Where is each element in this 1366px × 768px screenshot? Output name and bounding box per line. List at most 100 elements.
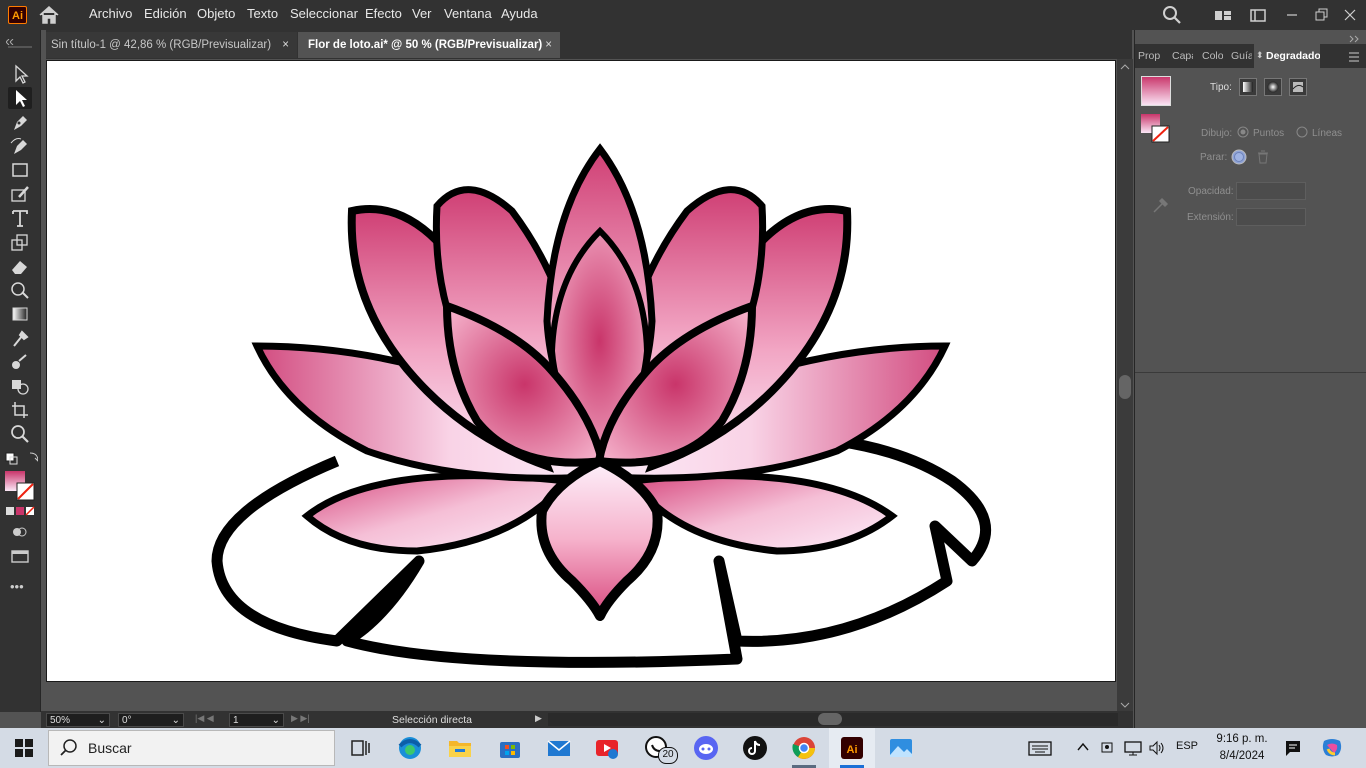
arrange-documents-icon[interactable]: [1214, 5, 1232, 25]
volume-icon[interactable]: [1148, 739, 1166, 757]
trash-icon[interactable]: [1257, 150, 1269, 164]
panel-collapse-icon[interactable]: [1348, 32, 1362, 43]
lines-radio[interactable]: [1296, 126, 1308, 138]
artboard[interactable]: [46, 60, 1116, 682]
menu-ver[interactable]: Ver: [412, 0, 432, 30]
meet-now-icon[interactable]: [1099, 739, 1115, 757]
mail-icon[interactable]: [545, 734, 573, 762]
task-view-icon[interactable]: [346, 734, 374, 762]
artboard-number-field[interactable]: 1 ⌄: [229, 713, 284, 727]
notifications-icon[interactable]: [1284, 738, 1302, 758]
vertical-scroll-thumb[interactable]: [1119, 375, 1131, 399]
file-explorer-icon[interactable]: [446, 734, 474, 762]
paintbrush-tool-icon[interactable]: [8, 183, 32, 205]
tab-expand-icon[interactable]: ⬍: [1256, 50, 1264, 62]
pen-tool-icon[interactable]: [8, 111, 32, 133]
minimize-icon[interactable]: [1282, 5, 1302, 25]
panel-menu-icon[interactable]: [1348, 51, 1360, 62]
tab-color[interactable]: Colo: [1196, 44, 1223, 68]
media-player-icon[interactable]: [594, 734, 622, 762]
menu-efecto[interactable]: Efecto: [365, 0, 402, 30]
tab-propiedades[interactable]: Prop: [1138, 44, 1164, 68]
fill-stroke-swatch[interactable]: [4, 470, 36, 502]
scale-tool-icon[interactable]: [8, 231, 32, 253]
direct-selection-tool-icon[interactable]: [8, 87, 32, 109]
next-last-artboard-icons[interactable]: ▶ ▶|: [291, 713, 321, 727]
illustrator-taskbar-icon[interactable]: Ai: [838, 734, 866, 762]
current-tool-label: Selección directa: [392, 714, 472, 726]
gradient-tool-icon[interactable]: [8, 303, 32, 325]
menu-edicion[interactable]: Edición: [144, 0, 187, 30]
stop-color-swatch[interactable]: [1231, 149, 1247, 165]
tab-guia[interactable]: Guía: [1225, 44, 1252, 68]
clock[interactable]: 9:16 p. m. 8/4/2024: [1206, 731, 1278, 765]
tab-close-icon[interactable]: ×: [282, 32, 289, 58]
eyedropper-tool-icon[interactable]: [8, 327, 32, 349]
eyedropper-icon[interactable]: [1150, 193, 1172, 215]
search-icon[interactable]: [1162, 5, 1182, 25]
curvature-tool-icon[interactable]: [8, 135, 32, 157]
linear-gradient-button[interactable]: [1239, 78, 1257, 96]
menu-texto[interactable]: Texto: [247, 0, 278, 30]
points-radio[interactable]: [1237, 126, 1249, 138]
zoom-field[interactable]: 50% ⌄: [46, 713, 110, 727]
menu-archivo[interactable]: Archivo: [89, 0, 132, 30]
menu-objeto[interactable]: Objeto: [197, 0, 235, 30]
screen-mode-icon[interactable]: [8, 545, 32, 567]
whatsapp-badge: 20: [658, 747, 678, 764]
lotus-illustration[interactable]: [47, 61, 1117, 683]
chevron-up-icon[interactable]: [1076, 740, 1090, 754]
shape-builder-tool-icon[interactable]: [8, 375, 32, 397]
discord-icon[interactable]: [692, 734, 720, 762]
close-icon[interactable]: [1340, 5, 1360, 25]
collapse-chevron-icon[interactable]: [5, 34, 14, 46]
language-indicator[interactable]: ESP: [1176, 740, 1198, 752]
status-menu-arrow-icon[interactable]: ▶: [535, 713, 543, 725]
photos-icon[interactable]: [887, 734, 915, 762]
artboard-number: 1: [233, 715, 239, 726]
gradient-preview-swatch[interactable]: [1141, 76, 1171, 106]
fill-stroke-mini-swatch[interactable]: [1140, 113, 1171, 144]
rectangle-tool-icon[interactable]: [8, 159, 32, 181]
keyboard-icon[interactable]: [1028, 739, 1052, 757]
tab-close-icon[interactable]: ×: [545, 32, 552, 58]
zoom-tool-icon[interactable]: [8, 423, 32, 445]
points-label: Puntos: [1253, 128, 1285, 139]
restore-icon[interactable]: [1311, 5, 1331, 25]
artboard-tool-icon[interactable]: [8, 399, 32, 421]
horizontal-scroll-thumb[interactable]: [818, 713, 842, 725]
color-mode-icons[interactable]: [5, 506, 35, 517]
radial-gradient-button[interactable]: [1264, 78, 1282, 96]
windows-start-icon[interactable]: [14, 738, 34, 758]
home-icon[interactable]: [38, 5, 60, 25]
more-tools-icon[interactable]: •••: [10, 580, 30, 594]
zoom-value: 50%: [50, 715, 71, 726]
menu-seleccionar[interactable]: Seleccionar: [290, 0, 358, 30]
workspace-icon[interactable]: [1250, 5, 1266, 25]
first-prev-artboard-icons[interactable]: |◀ ◀: [195, 713, 225, 727]
extension-field[interactable]: [1236, 208, 1306, 226]
tab-capas[interactable]: Capa: [1166, 44, 1193, 68]
scroll-up-icon[interactable]: [1120, 60, 1130, 70]
opacity-field[interactable]: [1236, 182, 1306, 200]
tab-flor-de-loto[interactable]: Flor de loto.ai* @ 50 % (RGB/Previsualiz…: [298, 32, 560, 58]
network-icon[interactable]: [1123, 739, 1143, 757]
warp-tool-icon[interactable]: [8, 279, 32, 301]
selection-tool-icon[interactable]: [8, 63, 32, 85]
tab-sin-titulo[interactable]: Sin título-1 @ 42,86 % (RGB/Previsualiza…: [46, 32, 297, 58]
microsoft-store-icon[interactable]: [496, 734, 524, 762]
menu-ayuda[interactable]: Ayuda: [501, 0, 538, 30]
scroll-down-icon[interactable]: [1120, 698, 1130, 708]
chrome-icon[interactable]: [790, 734, 818, 762]
eraser-tool-icon[interactable]: [8, 255, 32, 277]
draw-mode-icon[interactable]: [8, 521, 32, 543]
type-tool-icon[interactable]: [8, 207, 32, 229]
blend-tool-icon[interactable]: [8, 351, 32, 373]
freeform-gradient-button[interactable]: [1289, 78, 1307, 96]
menu-ventana[interactable]: Ventana: [444, 0, 492, 30]
copilot-icon[interactable]: [1320, 737, 1344, 759]
swap-fill-stroke-icon[interactable]: [4, 450, 42, 468]
rotation-field[interactable]: 0° ⌄: [118, 713, 184, 727]
edge-icon[interactable]: [396, 734, 424, 762]
tiktok-icon[interactable]: [741, 734, 769, 762]
